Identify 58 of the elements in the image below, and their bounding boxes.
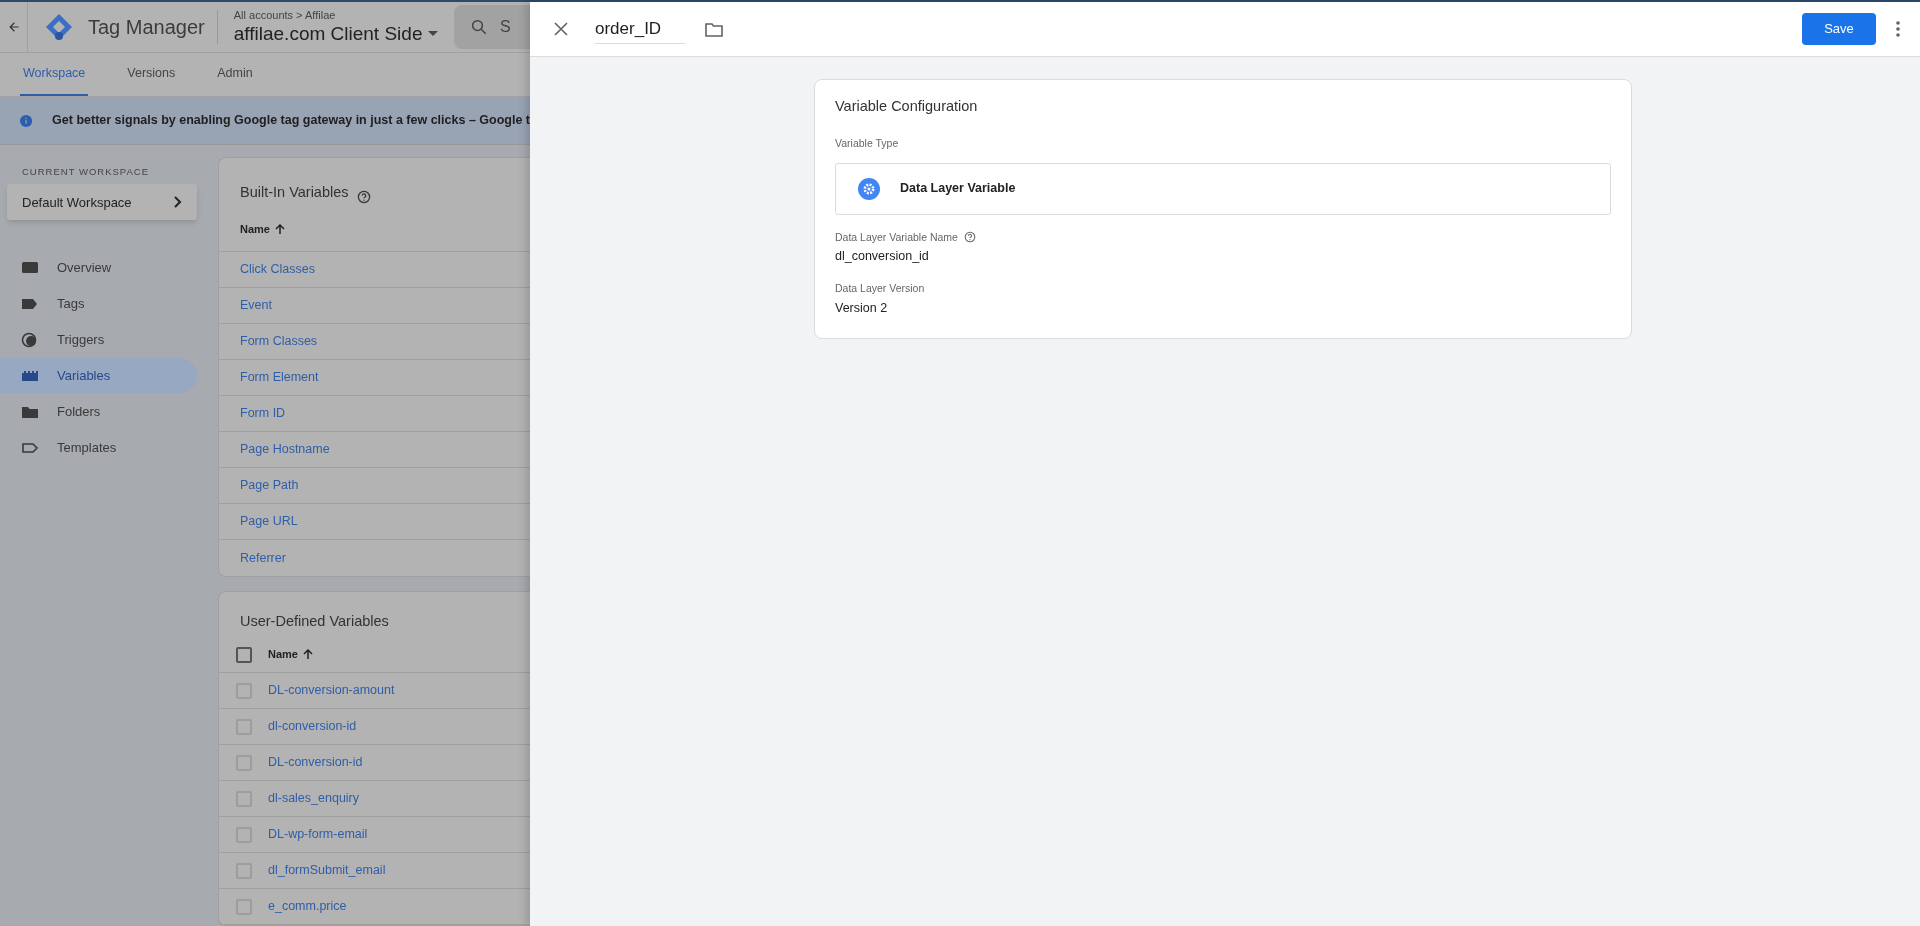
- variable-type-selector[interactable]: Data Layer Variable: [835, 162, 1611, 215]
- field-value: dl_conversion_id: [835, 248, 930, 266]
- variable-link[interactable]: Click Classes: [240, 260, 315, 279]
- breadcrumb[interactable]: All accounts > Affilae: [233, 8, 439, 23]
- container-selector[interactable]: affilae.com Client Side: [233, 22, 439, 47]
- gear-icon: [858, 177, 880, 200]
- sort-arrow-icon[interactable]: [302, 649, 313, 660]
- variable-link[interactable]: e_comm.price: [268, 897, 347, 916]
- triggers-icon: [21, 330, 39, 349]
- logo-icon: [44, 12, 74, 43]
- workspace-selector[interactable]: Default Workspace: [7, 184, 197, 221]
- dropdown-caret-icon: [428, 31, 439, 38]
- name-input-field[interactable]: order_ID: [595, 14, 685, 44]
- close-icon[interactable]: [554, 22, 568, 36]
- search-field[interactable]: S: [454, 5, 530, 50]
- sidebar-item[interactable]: Triggers: [0, 322, 197, 358]
- sort-arrow-icon[interactable]: [274, 224, 285, 235]
- variable-link[interactable]: DL-conversion-amount: [268, 681, 395, 700]
- help-icon: [356, 190, 371, 204]
- nav-tab[interactable]: Admin: [214, 53, 256, 97]
- column-header[interactable]: Name: [268, 646, 298, 663]
- variable-link[interactable]: DL-conversion-id: [268, 753, 363, 772]
- card-title: Built-In Variables: [240, 183, 349, 203]
- field-label: Variable Type: [835, 135, 900, 151]
- variable-link[interactable]: dl-conversion-id: [268, 717, 357, 736]
- chevron-right-icon: [174, 196, 182, 209]
- sidebar-item[interactable]: Overview: [0, 250, 197, 286]
- sidebar-item[interactable]: Folders: [0, 394, 197, 430]
- folder-icon[interactable]: [705, 21, 723, 37]
- more-menu-icon[interactable]: [1896, 21, 1900, 37]
- variable-link[interactable]: DL-wp-form-email: [268, 825, 368, 844]
- banner-message: Get better signals by enabling Google tag gateway in just a few clicks – Google t: [52, 112, 530, 130]
- field-value: Version 2: [835, 299, 889, 317]
- variable-link[interactable]: Page URL: [240, 512, 298, 531]
- variable-link[interactable]: Referrer: [240, 548, 286, 568]
- variable-link[interactable]: Form Element: [240, 368, 319, 387]
- column-header[interactable]: Name: [240, 221, 270, 238]
- sidebar-item[interactable]: Variables: [0, 358, 197, 394]
- variable-link[interactable]: dl-sales_enquiry: [268, 789, 360, 808]
- field-label: Data Layer Version: [835, 281, 925, 296]
- help-icon[interactable]: [963, 231, 976, 244]
- variable-link[interactable]: Form Classes: [240, 332, 318, 351]
- card-title: Variable Configuration: [835, 97, 979, 116]
- save-button[interactable]: Save: [1802, 13, 1876, 45]
- product-name: Tag Manager: [88, 15, 205, 41]
- select-all-checkbox[interactable]: [236, 646, 252, 663]
- variable-link[interactable]: Form ID: [240, 404, 286, 423]
- variable-link[interactable]: Event: [240, 296, 272, 315]
- card-title: User-Defined Variables: [240, 612, 389, 632]
- variable-link[interactable]: Page Hostname: [240, 440, 330, 459]
- sidebar-item[interactable]: Templates: [0, 430, 197, 466]
- search-icon: [470, 18, 488, 37]
- field-label: Data Layer Variable Name: [835, 229, 958, 245]
- variable-link[interactable]: Page Path: [240, 476, 299, 495]
- sidebar-item[interactable]: Tags: [0, 286, 197, 322]
- section-label: CURRENT WORKSPACE: [21, 165, 150, 179]
- variable-link[interactable]: dl_formSubmit_email: [268, 861, 386, 880]
- nav-tab[interactable]: Versions: [124, 53, 179, 97]
